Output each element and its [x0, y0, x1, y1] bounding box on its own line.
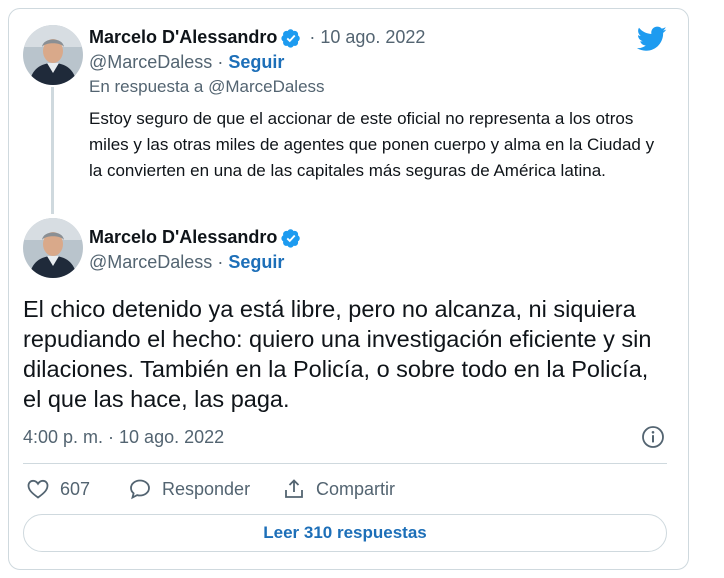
separator: ·: [309, 27, 316, 47]
author-handle[interactable]: @MarceDaless: [89, 52, 212, 73]
read-replies-button[interactable]: Leer 310 respuestas: [23, 514, 667, 552]
main-tweet-text: El chico detenido ya está libre, pero no…: [23, 296, 652, 412]
verified-badge-icon: [281, 28, 301, 48]
avatar[interactable]: [23, 218, 83, 278]
reply-button[interactable]: Responder: [128, 477, 250, 501]
like-button[interactable]: 607: [26, 477, 90, 501]
main-handle-row: @MarceDaless · Seguir: [89, 252, 284, 273]
reply-context-text: En respuesta a @MarceDaless: [89, 77, 325, 96]
separator: ·: [217, 252, 224, 272]
follow-button[interactable]: Seguir: [228, 252, 284, 273]
twitter-bird-icon[interactable]: [637, 26, 667, 52]
thread-connector-line: [51, 87, 54, 214]
divider: [23, 463, 667, 464]
avatar[interactable]: [23, 25, 83, 85]
parent-author-row: Marcelo D'Alessandro · 10 ago. 2022: [89, 27, 425, 48]
like-count: 607: [60, 478, 91, 499]
reply-bubble-icon: [130, 479, 150, 500]
tweet-date[interactable]: 10 ago. 2022: [320, 27, 425, 48]
share-label: Compartir: [316, 478, 396, 499]
info-icon[interactable]: [641, 425, 665, 449]
reply-context: En respuesta a @MarceDaless: [89, 77, 325, 97]
main-author-row: Marcelo D'Alessandro: [89, 227, 301, 248]
parent-handle-row: @MarceDaless · Seguir: [89, 52, 284, 73]
parent-tweet-text: Estoy seguro de que el accionar de este …: [89, 109, 655, 180]
follow-button[interactable]: Seguir: [228, 52, 284, 73]
separator: ·: [217, 52, 224, 72]
author-handle[interactable]: @MarceDaless: [89, 252, 212, 273]
share-icon: [285, 479, 303, 498]
author-name[interactable]: Marcelo D'Alessandro: [89, 27, 277, 48]
reply-label: Responder: [162, 478, 251, 499]
verified-badge-icon: [281, 228, 301, 248]
author-name[interactable]: Marcelo D'Alessandro: [89, 227, 277, 248]
share-button[interactable]: Compartir: [282, 477, 395, 501]
tweet-timestamp[interactable]: 4:00 p. m. · 10 ago. 2022: [23, 427, 224, 448]
heart-icon: [27, 479, 49, 499]
